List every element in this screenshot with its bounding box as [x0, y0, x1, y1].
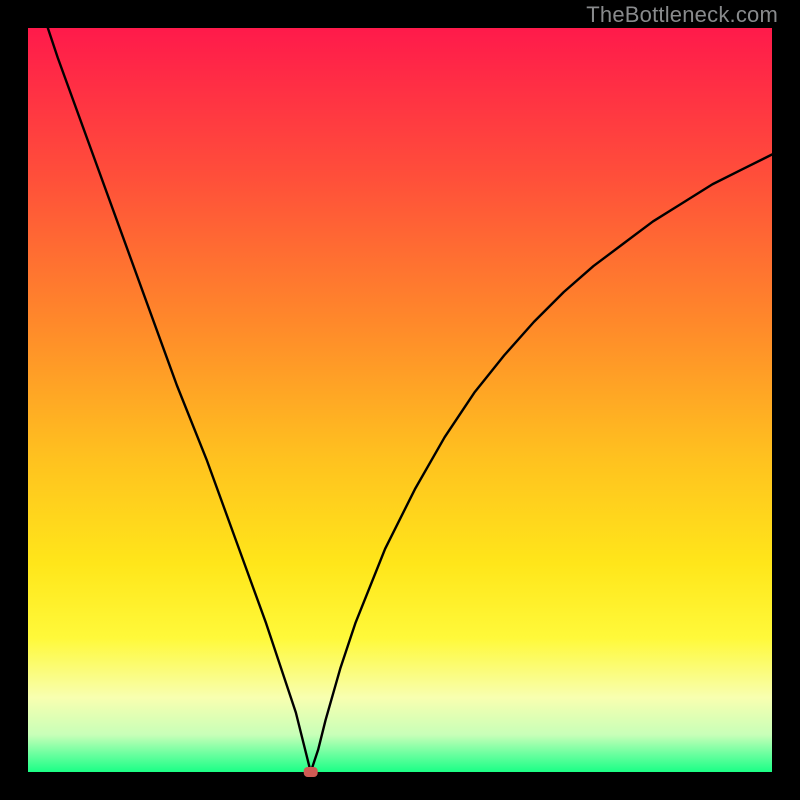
- watermark-text: TheBottleneck.com: [586, 2, 778, 28]
- chart-frame: TheBottleneck.com: [0, 0, 800, 800]
- minimum-marker: [304, 767, 318, 777]
- gradient-background: [28, 28, 772, 772]
- bottleneck-chart: [0, 0, 800, 800]
